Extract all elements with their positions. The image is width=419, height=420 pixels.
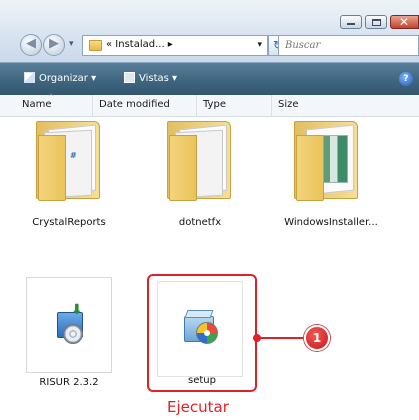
views-icon [124,72,135,83]
item-label: dotnetfx [178,217,222,228]
breadcrumb[interactable]: « Instalad... ▸ [106,39,173,50]
minimize-button[interactable] [340,15,362,29]
folder-icon [167,121,233,201]
folder-item[interactable]: dotnetfx [145,117,255,235]
back-arrow-icon: ◀ [26,36,36,51]
column-type[interactable]: Type [197,95,272,117]
column-size[interactable]: Size [272,95,352,117]
item-label: RISUR 2.3.2 [39,377,99,388]
close-icon: ✕ [399,15,410,29]
installer-item[interactable]: ⬇ RISUR 2.3.2 [14,277,124,397]
callout-line [258,337,304,339]
forward-arrow-icon: ▶ [49,36,59,51]
views-button[interactable]: Vistas ▾ [124,72,177,84]
organize-button[interactable]: Organizar ▾ [24,72,96,84]
highlight-frame [147,274,257,392]
address-dropdown-icon[interactable]: ▾ [257,40,262,50]
organize-label: Organizar ▾ [39,73,97,84]
installer-thumbnail: ⬇ [26,277,112,373]
item-label: WindowsInstaller... [284,217,378,228]
close-button[interactable]: ✕ [390,15,419,29]
folder-icon: # [36,121,102,201]
folder-icon [294,121,360,201]
command-bar: Organizar ▾ Vistas ▾ ? [0,62,419,95]
help-icon[interactable]: ? [399,72,413,86]
title-bar: ✕ [0,0,419,30]
folder-item[interactable]: WindowsInstaller... [276,117,386,235]
column-date-modified[interactable]: Date modified [93,95,197,117]
folder-item[interactable]: # CrystalReports [14,117,124,235]
folder-icon [89,40,102,51]
column-header-row: ^ Name Date modified Type Size [0,93,419,117]
search-input[interactable] [285,38,395,53]
back-button[interactable]: ◀ [20,34,42,56]
forward-button[interactable]: ▶ [43,34,65,56]
recent-pages-dropdown[interactable]: ▾ [69,39,74,49]
search-box[interactable] [278,35,419,56]
step-badge: 1 [304,325,330,351]
views-label: Vistas ▾ [139,73,178,84]
address-bar[interactable]: « Instalad... ▸ ▾ [82,35,268,56]
organize-icon [24,72,35,83]
sort-ascending-icon: ^ [48,93,54,101]
maximize-icon [372,19,381,26]
step-caption: Ejecutar [167,398,229,416]
item-label: CrystalReports [32,217,106,228]
address-toolbar: ◀ ▶ ▾ « Instalad... ▸ ▾ ↻ [0,30,419,62]
maximize-button[interactable] [365,15,387,29]
minimize-icon [347,23,355,25]
column-name[interactable]: ^ Name [20,93,93,117]
